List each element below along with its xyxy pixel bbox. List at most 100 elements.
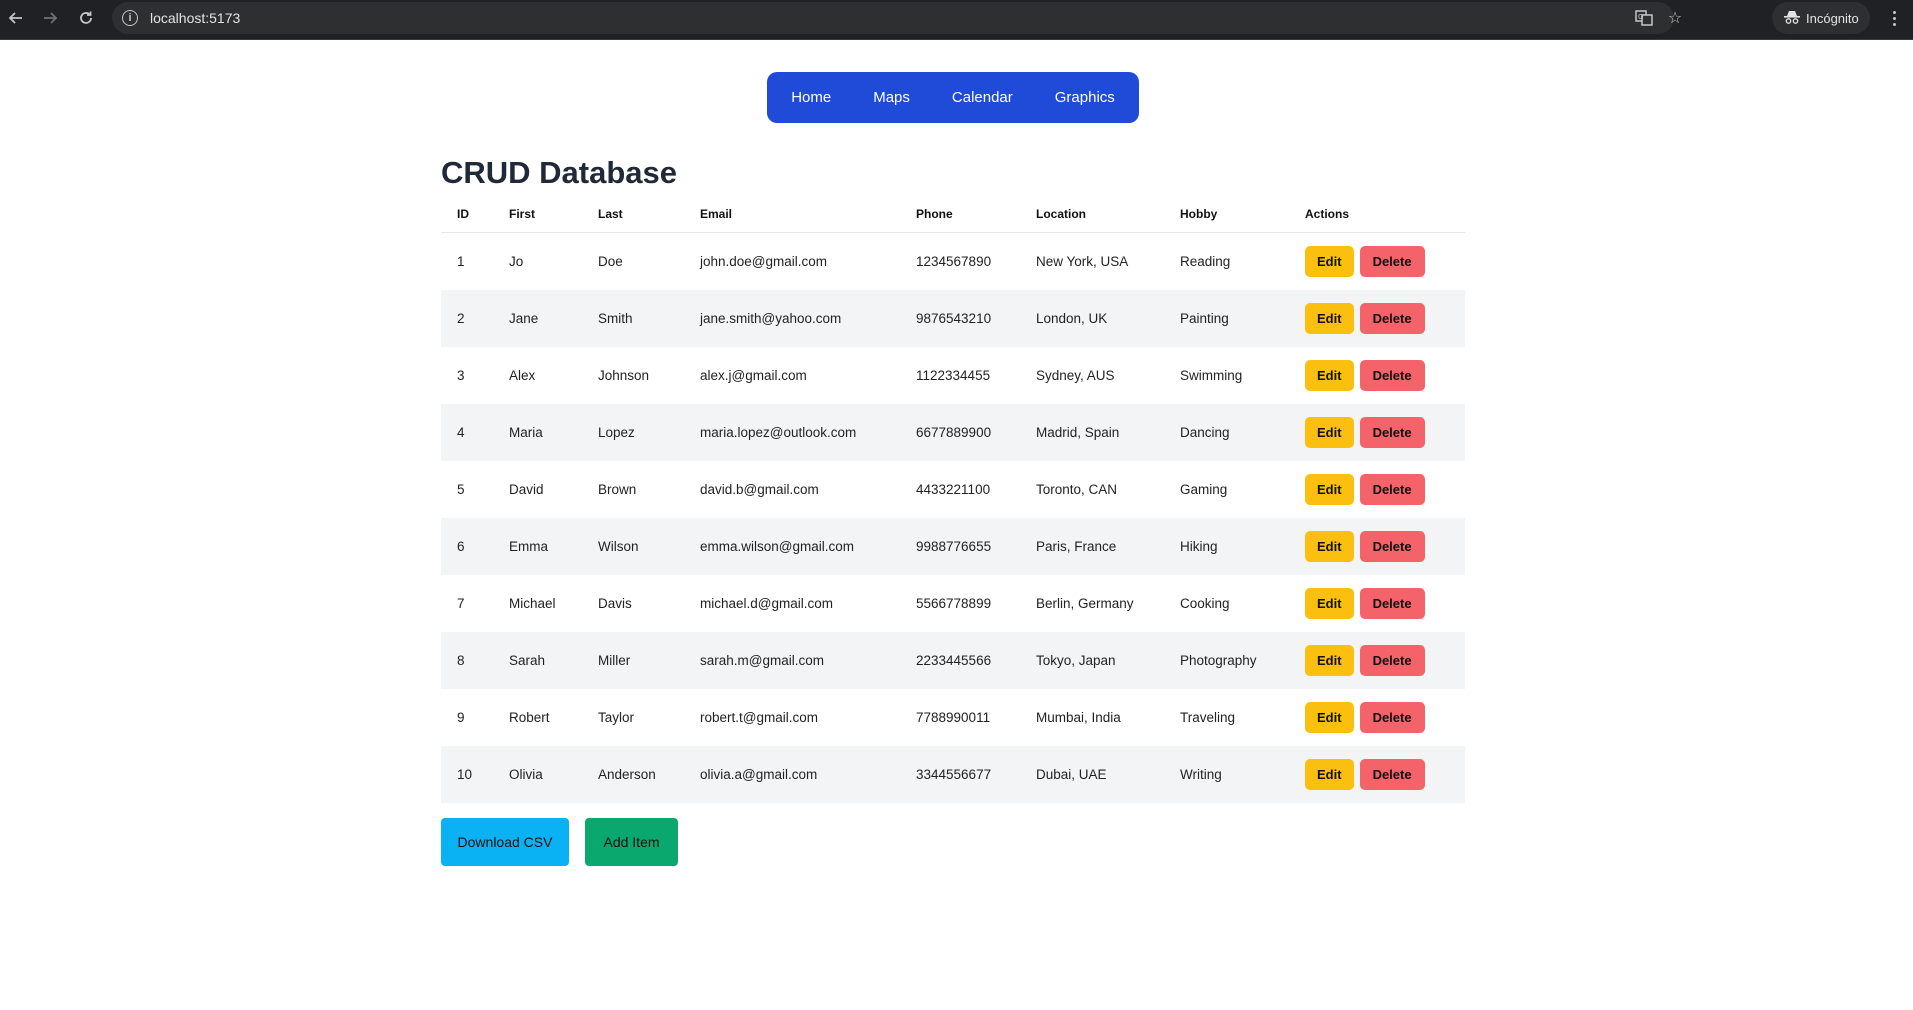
table-row: 7 Michael Davis michael.d@gmail.com 55667788… bbox=[441, 575, 1465, 632]
cell-id: 5 bbox=[457, 482, 465, 497]
edit-button[interactable]: Edit bbox=[1305, 531, 1354, 562]
cell-location: Madrid, Spain bbox=[1036, 404, 1180, 461]
header-last: Last bbox=[598, 196, 700, 233]
cell-hobby: Dancing bbox=[1180, 404, 1305, 461]
download-csv-button[interactable]: Download CSV bbox=[441, 818, 569, 866]
kebab-menu-icon[interactable] bbox=[1884, 6, 1904, 30]
reload-icon[interactable] bbox=[74, 6, 98, 30]
url-text[interactable]: localhost:5173 bbox=[150, 10, 240, 26]
cell-id: 8 bbox=[441, 632, 509, 689]
cell-phone: 3344556677 bbox=[916, 746, 1036, 803]
incognito-icon bbox=[1784, 10, 1800, 27]
header-location: Location bbox=[1036, 196, 1180, 233]
delete-button[interactable]: Delete bbox=[1359, 360, 1425, 391]
edit-button[interactable]: Edit bbox=[1305, 303, 1354, 334]
delete-button[interactable]: Delete bbox=[1359, 303, 1425, 334]
cell-hobby: Hiking bbox=[1180, 518, 1305, 575]
cell-email: jane.smith@yahoo.com bbox=[700, 290, 916, 347]
forward-arrow-icon[interactable] bbox=[38, 6, 62, 30]
cell-phone: 9876543210 bbox=[916, 290, 1036, 347]
cell-email: maria.lopez@outlook.com bbox=[700, 404, 916, 461]
nav-graphics[interactable]: Graphics bbox=[1034, 89, 1136, 106]
cell-first: David bbox=[509, 482, 544, 497]
table-header-row: ID First Last Email Phone Location Hobby… bbox=[441, 196, 1465, 233]
cell-id: 10 bbox=[441, 746, 509, 803]
table-row: 8 Sarah Miller sarah.m@gmail.com 2233445566 T… bbox=[441, 632, 1465, 689]
edit-button[interactable]: Edit bbox=[1305, 246, 1354, 277]
cell-email: john.doe@gmail.com bbox=[700, 254, 828, 269]
cell-last: Wilson bbox=[598, 518, 700, 575]
cell-email: robert.t@gmail.com bbox=[700, 710, 818, 725]
cell-id: 7 bbox=[457, 596, 465, 611]
cell-phone: 1122334455 bbox=[916, 368, 991, 383]
delete-button[interactable]: Delete bbox=[1359, 702, 1425, 733]
header-hobby: Hobby bbox=[1180, 196, 1305, 233]
edit-button[interactable]: Edit bbox=[1305, 702, 1354, 733]
cell-actions: Edit Delete bbox=[1305, 689, 1465, 746]
crud-table: ID First Last Email Phone Location Hobby… bbox=[441, 196, 1465, 803]
incognito-indicator[interactable]: Incógnito bbox=[1772, 2, 1870, 34]
cell-hobby: Photography bbox=[1180, 632, 1305, 689]
cell-location: London, UK bbox=[1036, 290, 1180, 347]
edit-button[interactable]: Edit bbox=[1305, 417, 1354, 448]
cell-id: 4 bbox=[441, 404, 509, 461]
cell-first: Emma bbox=[509, 518, 598, 575]
cell-hobby: Writing bbox=[1180, 746, 1305, 803]
cell-hobby: Gaming bbox=[1180, 482, 1228, 497]
delete-button[interactable]: Delete bbox=[1359, 759, 1425, 790]
delete-button[interactable]: Delete bbox=[1359, 531, 1425, 562]
cell-actions: Edit Delete bbox=[1305, 575, 1465, 632]
table-row: 3 Alex Johnson alex.j@gmail.com 1122334455 Sy… bbox=[441, 347, 1465, 404]
delete-button[interactable]: Delete bbox=[1359, 246, 1425, 277]
cell-location: Berlin, Germany bbox=[1036, 596, 1134, 611]
back-arrow-icon[interactable] bbox=[4, 6, 28, 30]
cell-last: Lopez bbox=[598, 404, 700, 461]
table-row: 9 Robert Taylor robert.t@gmail.com 778899001… bbox=[441, 689, 1465, 746]
delete-button[interactable]: Delete bbox=[1359, 645, 1425, 676]
edit-button[interactable]: Edit bbox=[1305, 759, 1354, 790]
edit-button[interactable]: Edit bbox=[1305, 360, 1354, 391]
cell-location: New York, USA bbox=[1036, 254, 1129, 269]
cell-first: Jane bbox=[509, 290, 598, 347]
delete-button[interactable]: Delete bbox=[1359, 417, 1425, 448]
table-row: 1 Jo Doe john.doe@gmail.com 1234567890 New Yo… bbox=[441, 233, 1465, 291]
edit-button[interactable]: Edit bbox=[1305, 588, 1354, 619]
cell-hobby: Reading bbox=[1180, 254, 1231, 269]
edit-button[interactable]: Edit bbox=[1305, 645, 1354, 676]
add-item-button[interactable]: Add Item bbox=[585, 818, 678, 866]
cell-last: Johnson bbox=[598, 368, 650, 383]
table-row: 2 Jane Smith jane.smith@yahoo.com 9876543210… bbox=[441, 290, 1465, 347]
page-title: CRUD Database bbox=[441, 155, 678, 190]
table-row: 5 David Brown david.b@gmail.com 4433221100 To… bbox=[441, 461, 1465, 518]
cell-last: Miller bbox=[598, 632, 700, 689]
incognito-label: Incógnito bbox=[1806, 10, 1859, 26]
delete-button[interactable]: Delete bbox=[1359, 474, 1425, 505]
header-actions: Actions bbox=[1305, 196, 1465, 233]
cell-hobby: Cooking bbox=[1180, 596, 1230, 611]
edit-button[interactable]: Edit bbox=[1305, 474, 1354, 505]
delete-button[interactable]: Delete bbox=[1359, 588, 1425, 619]
table-row: 10 Olivia Anderson olivia.a@gmail.com 334455… bbox=[441, 746, 1465, 803]
cell-first: Robert bbox=[509, 710, 550, 725]
cell-last: Davis bbox=[598, 596, 632, 611]
cell-hobby: Painting bbox=[1180, 290, 1305, 347]
cell-phone: 5566778899 bbox=[916, 596, 992, 611]
header-first: First bbox=[509, 196, 598, 233]
info-icon[interactable]: i bbox=[122, 10, 138, 26]
cell-actions: Edit Delete bbox=[1305, 347, 1465, 404]
cell-email: michael.d@gmail.com bbox=[700, 596, 833, 611]
cell-actions: Edit Delete bbox=[1305, 746, 1465, 803]
address-bar[interactable]: i localhost:5173 G ☆ bbox=[112, 2, 1682, 34]
cell-email: david.b@gmail.com bbox=[700, 482, 819, 497]
cell-id: 6 bbox=[441, 518, 509, 575]
cell-location: Tokyo, Japan bbox=[1036, 632, 1180, 689]
nav-home[interactable]: Home bbox=[770, 89, 852, 106]
star-icon[interactable]: ☆ bbox=[1665, 8, 1685, 28]
table-row: 4 Maria Lopez maria.lopez@outlook.com 667788… bbox=[441, 404, 1465, 461]
cell-email: sarah.m@gmail.com bbox=[700, 632, 916, 689]
nav-maps[interactable]: Maps bbox=[852, 89, 931, 106]
translate-icon[interactable]: G bbox=[1634, 8, 1654, 28]
nav-calendar[interactable]: Calendar bbox=[931, 89, 1034, 106]
cell-first: Alex bbox=[509, 368, 536, 383]
cell-first: Sarah bbox=[509, 632, 598, 689]
